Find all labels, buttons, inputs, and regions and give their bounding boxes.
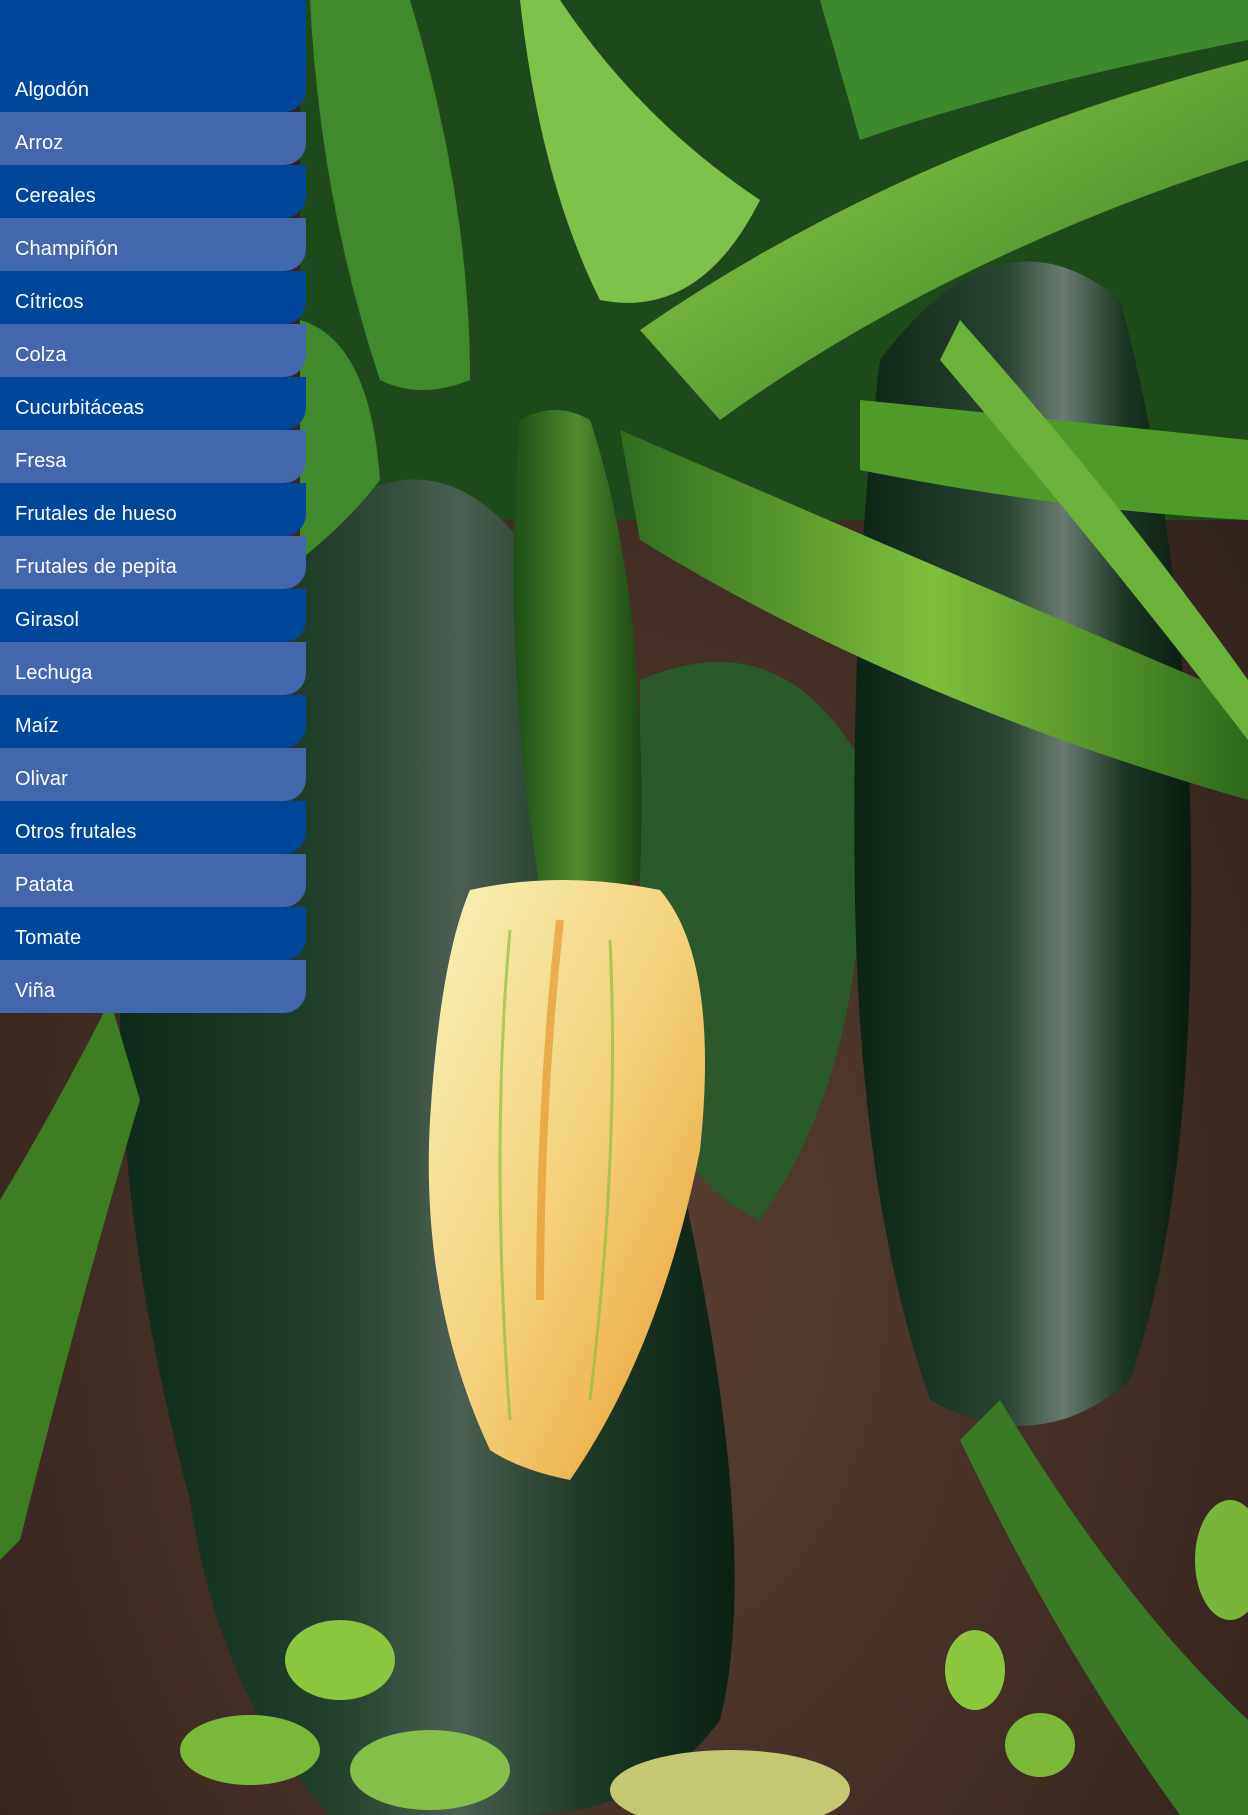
menu-item-label: Girasol [15,609,80,631]
menu-item-vina[interactable]: Viña [0,960,306,1013]
menu-item-label: Fresa [15,450,67,472]
menu-item-label: Lechuga [15,662,93,684]
menu-item-otros-frutales[interactable]: Otros frutales [0,801,306,854]
menu-item-label: Frutales de pepita [15,556,177,578]
menu-item-girasol[interactable]: Girasol [0,589,306,642]
menu-item-arroz[interactable]: Arroz [0,112,306,165]
menu-item-patata[interactable]: Patata [0,854,306,907]
menu-item-label: Arroz [15,132,64,154]
menu-item-label: Otros frutales [15,821,137,843]
menu-item-fresa[interactable]: Fresa [0,430,306,483]
menu-item-label: Frutales de hueso [15,503,177,525]
menu-item-tomate[interactable]: Tomate [0,907,306,960]
menu-item-algodon[interactable]: Algodón [0,0,306,112]
menu-item-frutales-de-pepita[interactable]: Frutales de pepita [0,536,306,589]
menu-item-label: Patata [15,874,74,896]
menu-item-label: Algodón [15,79,90,101]
menu-item-lechuga[interactable]: Lechuga [0,642,306,695]
menu-item-label: Olivar [15,768,68,790]
menu-item-maiz[interactable]: Maíz [0,695,306,748]
menu-item-label: Champiñón [15,238,119,260]
menu-item-label: Tomate [15,927,82,949]
menu-item-citricos[interactable]: Cítricos [0,271,306,324]
menu-item-champinon[interactable]: Champiñón [0,218,306,271]
menu-item-olivar[interactable]: Olivar [0,748,306,801]
menu-item-colza[interactable]: Colza [0,324,306,377]
menu-item-label: Viña [15,980,56,1002]
menu-item-label: Cereales [15,185,96,207]
menu-item-label: Colza [15,344,67,366]
menu-item-frutales-de-hueso[interactable]: Frutales de hueso [0,483,306,536]
crop-menu: Algodón Arroz Cereales Champiñón Cítrico… [0,0,306,1013]
menu-item-label: Cucurbitáceas [15,397,145,419]
menu-item-label: Maíz [15,715,59,737]
menu-item-cucurbitaceas[interactable]: Cucurbitáceas [0,377,306,430]
menu-item-label: Cítricos [15,291,84,313]
menu-item-cereales[interactable]: Cereales [0,165,306,218]
